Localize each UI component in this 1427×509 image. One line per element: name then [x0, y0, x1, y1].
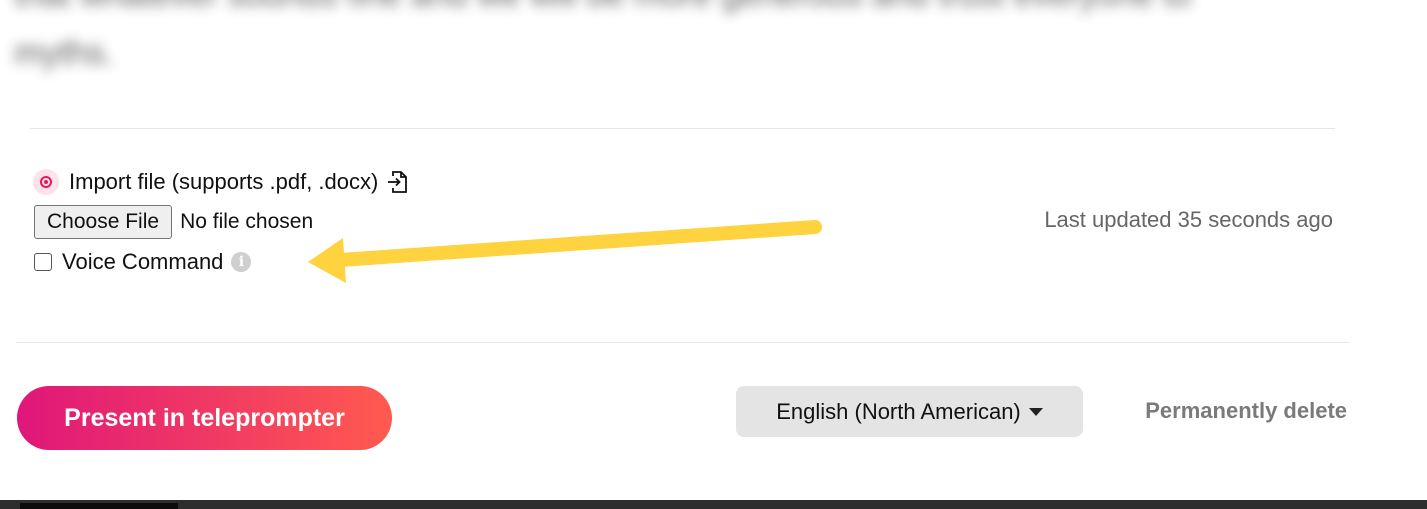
blurred-script-text: that whatever sounds fine and we will be… — [14, 0, 1314, 82]
import-file-row: Import file (supports .pdf, .docx) — [33, 168, 410, 196]
file-input: Choose File No file chosen — [34, 205, 313, 239]
divider-top — [30, 128, 1335, 129]
target-icon — [33, 169, 59, 195]
blurred-line-2: myths. — [14, 34, 115, 72]
bottom-bar — [0, 500, 1427, 509]
blurred-line-1: that whatever sounds fine and we will be… — [14, 0, 1314, 24]
language-value: English (North American) — [776, 398, 1021, 424]
info-icon[interactable]: i — [231, 252, 252, 272]
permanently-delete-link[interactable]: Permanently delete — [1145, 398, 1347, 424]
bottom-bar-tab — [20, 503, 178, 509]
chevron-down-icon — [1028, 407, 1043, 416]
file-import-icon — [386, 169, 410, 195]
language-select[interactable]: English (North American) — [736, 386, 1083, 437]
last-updated-text: Last updated 35 seconds ago — [1044, 207, 1333, 232]
voice-command-checkbox[interactable] — [34, 253, 52, 271]
divider-bottom — [17, 342, 1349, 343]
file-status: No file chosen — [180, 210, 314, 233]
voice-command-row: Voice Command i — [34, 248, 252, 276]
present-in-teleprompter-button[interactable]: Present in teleprompter — [17, 386, 392, 450]
voice-command-label[interactable]: Voice Command — [62, 249, 223, 275]
choose-file-button[interactable]: Choose File — [34, 205, 173, 239]
annotation-arrow — [308, 220, 822, 283]
import-file-label: Import file (supports .pdf, .docx) — [69, 169, 379, 194]
